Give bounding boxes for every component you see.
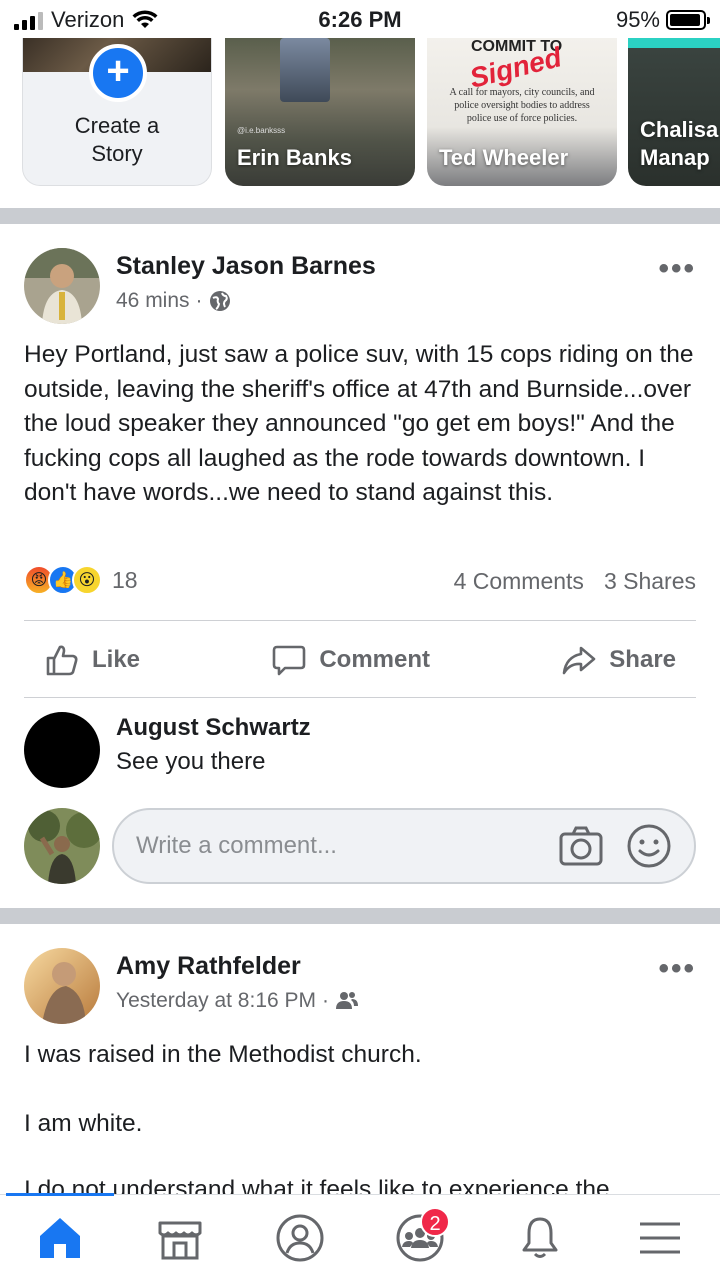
notification-badge: 2	[420, 1206, 450, 1237]
meta-separator: ·	[195, 289, 203, 312]
story-card-chalisa-manap[interactable]: Chalisa Manap	[628, 38, 720, 186]
section-divider	[0, 208, 720, 224]
post-author[interactable]: Stanley Jason Barnes	[116, 252, 376, 281]
thumbs-up-icon	[46, 645, 78, 676]
globe-icon	[209, 291, 230, 311]
comment-label: Comment	[319, 646, 430, 673]
post-paragraph: I was raised in the Methodist church.	[24, 1041, 422, 1068]
post-body: Hey Portland, just saw a police suv, wit…	[24, 341, 701, 506]
story-card-ted-wheeler[interactable]: COMMIT TO Signed A call for mayors, city…	[427, 38, 617, 186]
plus-icon[interactable]: +	[89, 44, 147, 102]
comment-input-box[interactable]	[112, 808, 696, 884]
story-body-text: A call for mayors, city councils, and po…	[449, 87, 595, 124]
post-paragraph: I do not understand what it feels like t…	[24, 1176, 610, 1195]
tab-profile[interactable]	[260, 1203, 340, 1273]
wow-reaction-icon: 😮	[72, 565, 102, 595]
story-accent-bar	[628, 38, 720, 48]
comment-composer	[24, 808, 696, 884]
avatar[interactable]	[24, 948, 100, 1024]
story-name: Erin Banks	[237, 145, 352, 170]
divider-line	[24, 697, 696, 698]
create-story-label: Create a Story	[74, 113, 160, 166]
camera-icon[interactable]	[558, 823, 604, 869]
shares-count[interactable]: 3 Shares	[604, 568, 696, 595]
stories-tray: + Create a Story @i.e.banksss Erin Banks…	[0, 38, 720, 208]
like-label: Like	[92, 646, 141, 673]
divider-line	[24, 620, 696, 621]
marketplace-icon	[158, 1221, 202, 1259]
post-time[interactable]: Yesterday at 8:16 PM	[116, 989, 316, 1013]
clock: 6:26 PM	[318, 7, 402, 32]
comment-input[interactable]	[136, 832, 536, 860]
story-photo	[280, 38, 330, 102]
post-author[interactable]: Amy Rathfelder	[116, 952, 359, 981]
like-button[interactable]: Like	[24, 642, 160, 678]
commenter-avatar[interactable]	[24, 712, 100, 788]
post-options-icon[interactable]: •••	[658, 952, 696, 986]
post-time[interactable]: 46 mins	[116, 289, 190, 313]
story-name: Chalisa Manap	[640, 117, 719, 170]
tab-groups[interactable]: 2	[380, 1203, 460, 1273]
status-bar: Verizon 6:26 PM 95%	[0, 0, 720, 38]
tab-menu[interactable]	[620, 1203, 700, 1273]
share-button[interactable]: Share	[541, 642, 696, 678]
battery-icon	[666, 10, 710, 30]
post-options-icon[interactable]: •••	[658, 252, 696, 286]
post-actions: Like Comment Share	[24, 638, 696, 682]
post-header: Amy Rathfelder Yesterday at 8:16 PM ·	[24, 948, 359, 1024]
section-divider	[0, 908, 720, 924]
friends-icon	[336, 992, 359, 1009]
create-story-card[interactable]: + Create a Story	[22, 38, 212, 186]
avatar[interactable]	[24, 248, 100, 324]
post-paragraph: I am white.	[24, 1110, 143, 1137]
share-label: Share	[609, 646, 676, 673]
comments-count[interactable]: 4 Comments	[454, 568, 584, 595]
bottom-tab-bar: 2	[0, 1194, 720, 1280]
share-arrow-icon	[562, 646, 596, 675]
commenter-name[interactable]: August Schwartz	[116, 714, 311, 742]
comment-bubble-icon	[273, 645, 306, 676]
home-icon	[40, 1217, 80, 1258]
reaction-summary[interactable]: 😡 👍 😮 18	[24, 565, 138, 595]
profile-icon	[276, 1214, 324, 1261]
comment-button[interactable]: Comment	[251, 642, 450, 678]
story-card-erin-banks[interactable]: @i.e.banksss Erin Banks	[225, 38, 415, 186]
bell-icon	[522, 1217, 558, 1258]
comment-text: See you there	[116, 748, 266, 775]
story-caption: @i.e.banksss	[237, 126, 286, 135]
hamburger-menu-icon	[640, 1222, 680, 1253]
emoji-icon[interactable]	[626, 823, 672, 869]
comment-item: August Schwartz See you there	[24, 712, 311, 788]
tab-marketplace[interactable]	[140, 1203, 220, 1273]
reaction-count: 18	[112, 566, 138, 593]
tab-notifications[interactable]	[500, 1203, 580, 1273]
active-tab-indicator	[6, 1193, 114, 1196]
battery-percent: 95%	[615, 7, 660, 32]
my-avatar	[24, 808, 100, 884]
post-header: Stanley Jason Barnes 46 mins ·	[24, 248, 376, 324]
tab-home[interactable]	[20, 1203, 100, 1273]
story-name: Ted Wheeler	[439, 145, 569, 170]
meta-separator: ·	[322, 989, 330, 1012]
